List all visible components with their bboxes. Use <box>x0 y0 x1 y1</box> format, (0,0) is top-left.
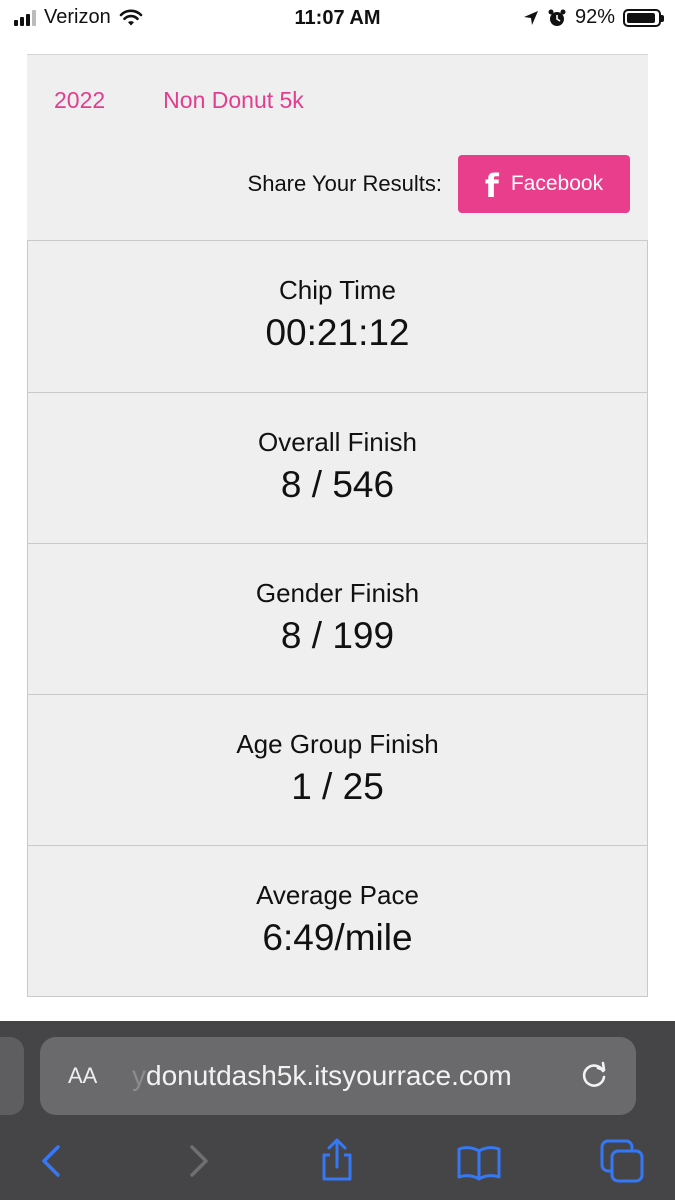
battery-icon <box>623 8 664 27</box>
facebook-button-label: Facebook <box>510 172 604 195</box>
result-age-group-finish: Age Group Finish 1 / 25 <box>28 694 647 845</box>
browser-toolbar: AA ydonutdash5k.itsyourrace.com <box>0 1021 675 1200</box>
year-link[interactable]: 2022 <box>54 87 105 114</box>
facebook-icon: f <box>484 167 499 205</box>
location-arrow-icon <box>523 10 538 25</box>
breadcrumb: 2022 Non Donut 5k <box>54 87 304 114</box>
status-bar: Verizon 11:07 AM 92% <box>0 0 675 38</box>
alarm-icon <box>548 9 566 26</box>
result-label: Chip Time <box>278 275 397 305</box>
result-label: Age Group Finish <box>236 728 439 759</box>
result-label: Overall Finish <box>258 426 417 457</box>
share-row: Share Your Results: f Facebook <box>248 155 630 213</box>
result-value: 8 / 546 <box>280 463 395 505</box>
previous-tab-preview[interactable] <box>0 1037 24 1115</box>
result-gender-finish: Gender Finish 8 / 199 <box>28 543 647 694</box>
url-text: ydonutdash5k.itsyourrace.com <box>132 1060 512 1092</box>
result-overall-finish: Overall Finish 8 / 546 <box>28 392 647 543</box>
result-value: 6:49/mile <box>262 916 413 958</box>
bottom-toolbar <box>0 1137 675 1197</box>
status-right: 92% <box>523 6 664 29</box>
back-icon[interactable] <box>28 1137 76 1185</box>
result-value: 1 / 25 <box>291 765 384 807</box>
result-value: 00:21:12 <box>265 312 410 353</box>
reload-icon[interactable] <box>576 1057 612 1093</box>
results-list: Chip Time 00:21:12 Overall Finish 8 / 54… <box>27 240 648 997</box>
text-size-button[interactable]: AA <box>68 1063 97 1089</box>
share-label: Share Your Results: <box>247 171 442 196</box>
result-average-pace: Average Pace 6:49/mile <box>28 845 647 996</box>
url-fade: y <box>132 1060 146 1091</box>
results-header: 2022 Non Donut 5k Share Your Results: f … <box>27 54 648 240</box>
result-chip-time: Chip Time 00:21:12 <box>28 241 647 392</box>
result-label: Average Pace <box>256 879 419 910</box>
race-name-link[interactable]: Non Donut 5k <box>163 87 304 114</box>
facebook-share-button[interactable]: f Facebook <box>458 155 630 213</box>
forward-icon[interactable] <box>174 1137 222 1185</box>
share-icon[interactable] <box>313 1137 361 1185</box>
result-value: 8 / 199 <box>280 614 395 656</box>
results-page: 2022 Non Donut 5k Share Your Results: f … <box>27 54 648 997</box>
battery-percent: 92% <box>574 6 615 28</box>
address-bar[interactable]: AA ydonutdash5k.itsyourrace.com <box>40 1037 636 1115</box>
bookmarks-icon[interactable] <box>455 1137 503 1185</box>
tabs-icon[interactable] <box>598 1137 646 1185</box>
result-label: Gender Finish <box>255 577 420 608</box>
url-domain: donutdash5k.itsyourrace.com <box>146 1060 512 1091</box>
